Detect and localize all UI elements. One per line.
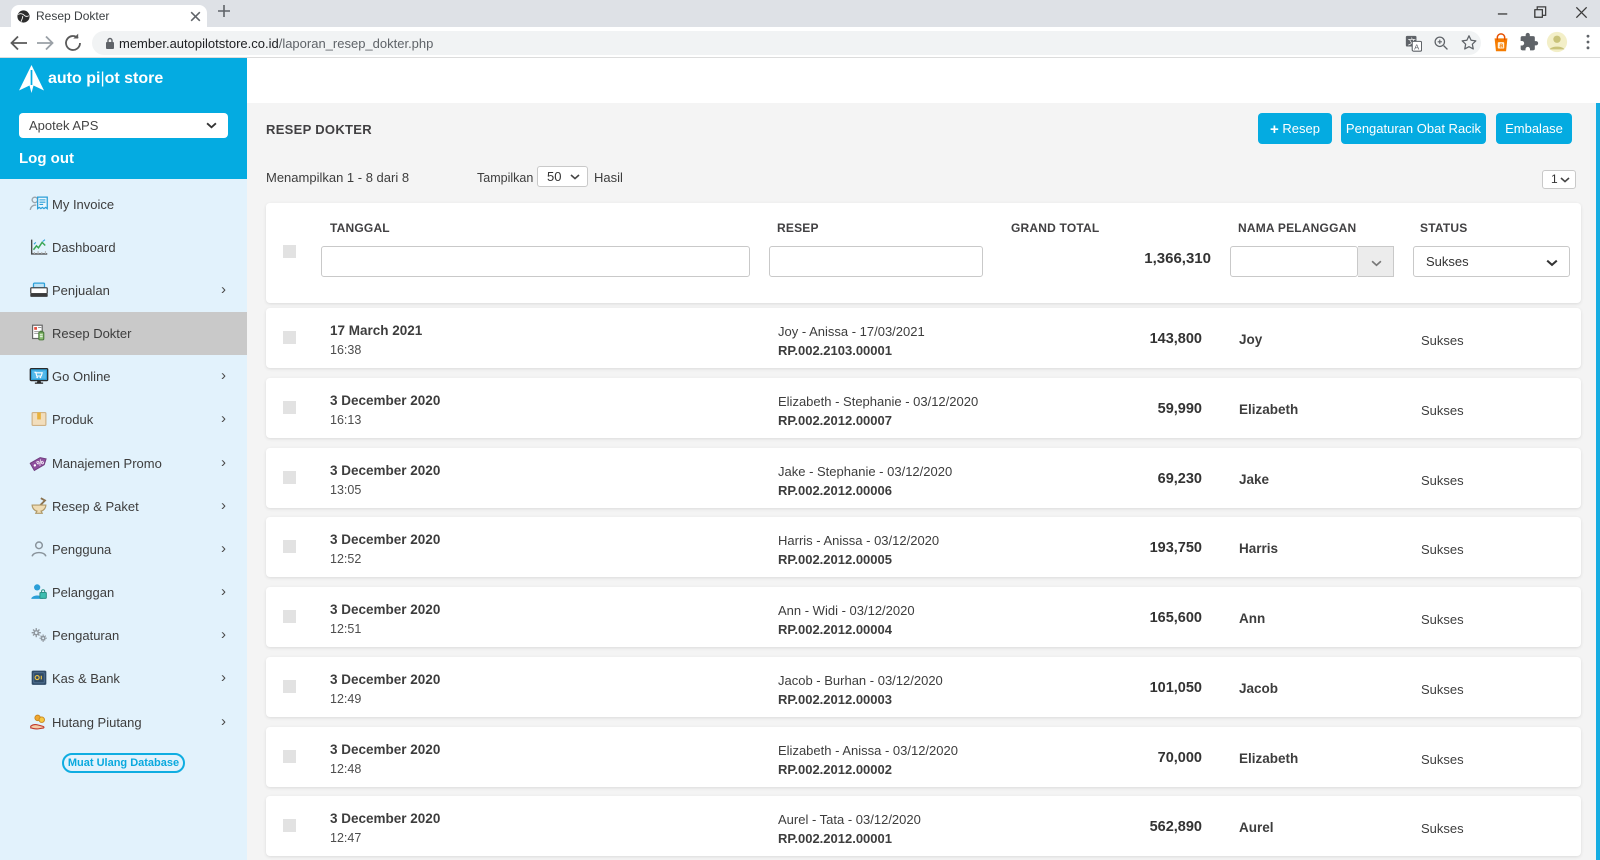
- svg-text:A: A: [1414, 42, 1420, 51]
- svg-text:a: a: [1499, 43, 1503, 50]
